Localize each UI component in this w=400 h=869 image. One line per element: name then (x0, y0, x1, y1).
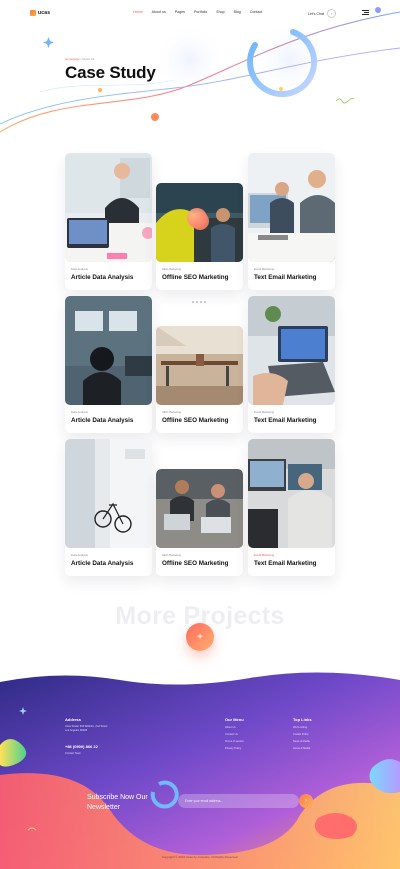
footer-link-item[interactable]: News & Media (293, 740, 310, 743)
case-card[interactable]: Email Marketing Text Email Marketing (248, 439, 335, 576)
case-card[interactable]: Data Analysis Article Data Analysis (65, 153, 152, 290)
address-text: Ucas Studio 394 Wilshire, 2nd Street Los… (65, 725, 108, 733)
links-title: Top Links (293, 717, 312, 722)
contact-team-link[interactable]: Contact Team (65, 752, 81, 755)
phone-number[interactable]: +86 (0900) 866 22 (65, 744, 98, 749)
case-category: Email Marketing (254, 553, 275, 557)
case-card[interactable]: Data Analysis Article Data Analysis (65, 439, 152, 576)
footer-background (0, 672, 400, 869)
footer-menu-item[interactable]: Terms of service (225, 740, 244, 743)
footer-link-item[interactable]: Home & Media (293, 747, 310, 750)
case-photo (248, 296, 335, 405)
menu-title: Our Menu (225, 717, 244, 722)
case-category: Data Analysis (71, 410, 88, 414)
footer-menu-item[interactable]: About Us (225, 726, 236, 729)
case-category: Email Marketing (254, 267, 275, 271)
case-card[interactable]: SEO Marketing Offline SEO Marketing (156, 183, 243, 290)
plus-icon: + (197, 631, 203, 643)
case-title[interactable]: Text Email Marketing (254, 274, 317, 281)
footer-menu-item[interactable]: Contact Us (225, 733, 238, 736)
case-title[interactable]: Text Email Marketing (254, 417, 317, 424)
case-category: Email Marketing (254, 410, 275, 414)
case-category: SEO Marketing (162, 267, 181, 271)
case-title[interactable]: Article Data Analysis (71, 560, 133, 567)
newsletter-submit-button[interactable]: › (299, 794, 313, 808)
case-photo (65, 296, 152, 405)
address-title: Address (65, 717, 82, 722)
case-photo (156, 326, 243, 405)
footer-link-item[interactable]: We're Hiring (293, 726, 307, 729)
case-study-grid: Data Analysis Article Data Analysis SEO … (0, 0, 400, 600)
footer-menu-item[interactable]: Privacy Policy (225, 747, 241, 750)
case-category: Data Analysis (71, 553, 88, 557)
case-card[interactable]: Email Marketing Text Email Marketing (248, 153, 335, 290)
case-category: SEO Marketing (162, 410, 181, 414)
case-card[interactable]: SEO Marketing Offline SEO Marketing (156, 326, 243, 433)
copyright: Copyright © 2022 Ucas by company. All Ri… (161, 855, 239, 859)
more-projects-button[interactable]: + (186, 623, 214, 651)
decorative-orb (187, 208, 207, 228)
case-photo (248, 439, 335, 548)
case-card[interactable]: Data Analysis Article Data Analysis (65, 296, 152, 433)
case-title[interactable]: Article Data Analysis (71, 274, 133, 281)
case-card[interactable]: Email Marketing Text Email Marketing (248, 296, 335, 433)
case-photo (156, 469, 243, 548)
case-photo (65, 153, 152, 262)
case-card[interactable]: SEO Marketing Offline SEO Marketing (156, 469, 243, 576)
case-category: SEO Marketing (162, 553, 181, 557)
newsletter-email-input[interactable] (178, 794, 299, 808)
slider-dots[interactable] (192, 301, 206, 303)
newsletter-title: Subscribe Now Our Newsletter (87, 794, 148, 811)
case-title[interactable]: Offline SEO Marketing (162, 417, 228, 424)
case-photo (65, 439, 152, 548)
case-title[interactable]: Offline SEO Marketing (162, 274, 228, 281)
case-category: Data Analysis (71, 267, 88, 271)
case-title[interactable]: Offline SEO Marketing (162, 560, 228, 567)
arrow-right-icon: › (305, 798, 307, 804)
case-photo (248, 153, 335, 262)
case-title[interactable]: Text Email Marketing (254, 560, 317, 567)
footer-link-item[interactable]: Cookie Policy (293, 733, 309, 736)
case-title[interactable]: Article Data Analysis (71, 417, 133, 424)
